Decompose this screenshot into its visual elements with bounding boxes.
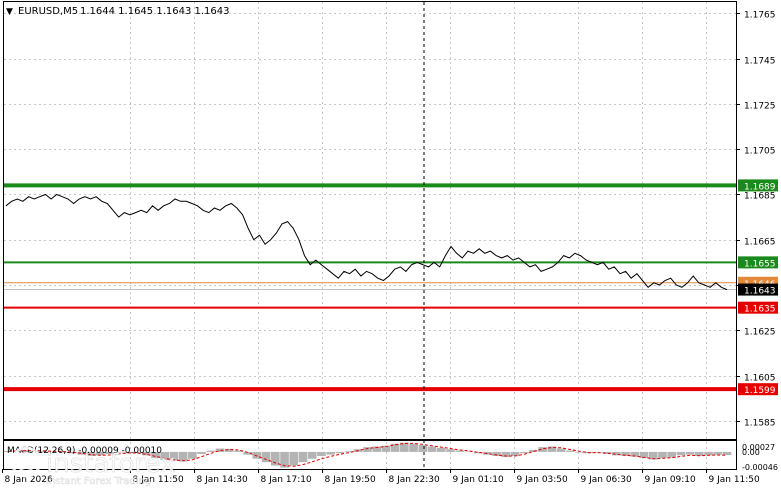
macd-bar (575, 451, 584, 453)
macd-bar (289, 451, 299, 466)
x-tick-label: 9 Jan 11:50 (709, 475, 761, 485)
y-tick-label: 1.1705 (744, 147, 776, 157)
macd-bar (667, 451, 677, 458)
level-tag-label: 1.1635 (744, 305, 776, 315)
x-tick-label: 9 Jan 09:10 (645, 475, 697, 485)
current-price-label: 1.1643 (744, 287, 776, 297)
x-tick-label: 8 Jan 19:50 (325, 475, 377, 485)
macd-bar (178, 451, 188, 462)
macd-bar (676, 451, 686, 456)
x-tick-label: 8 Jan 17:10 (261, 475, 313, 485)
price-axis[interactable]: 1.1765 1.1745 1.1725 1.1705 1.1685 1.1665 1.16… (736, 11, 778, 429)
macd-bar (455, 450, 464, 452)
macd-bar (409, 443, 418, 452)
macd-bar (713, 451, 723, 455)
y-tick-label: 1.1745 (744, 57, 776, 67)
macd-bar (307, 451, 317, 459)
price-series-line (5, 193, 728, 291)
y-tick-label: 1.1665 (744, 238, 776, 248)
x-tick-label: 9 Jan 06:30 (581, 475, 633, 485)
chart-canvas: ▼ EURUSD,M5 1.1644 1.1645 1.1643 1.1643 … (2, 1, 778, 487)
y-tick-label: 1.1725 (744, 102, 776, 112)
macd-bar (685, 451, 695, 455)
macd-bar (722, 451, 732, 455)
symbol-label: EURUSD,M5 (18, 6, 78, 17)
macd-bar (565, 450, 575, 452)
y-tick-label: 1.1625 (744, 328, 776, 338)
macd-tick-label: 0.00 (742, 448, 760, 457)
macd-axis: 0.000270.00-0.00046 (742, 443, 778, 472)
macd-bar (252, 451, 262, 459)
macd-bar (446, 449, 455, 452)
macd-tick-label: -0.00046 (742, 463, 778, 472)
macd-bar (298, 451, 308, 463)
macd-bar (658, 451, 667, 459)
macd-bar (519, 451, 529, 454)
macd-bar (326, 451, 335, 455)
macd-bar (510, 451, 520, 457)
macd-bar (188, 451, 197, 459)
watermark-tagline: Instant Forex Trading (46, 476, 151, 487)
y-tick-label: 1.1685 (744, 192, 776, 202)
levels-layer (4, 183, 736, 392)
symbol-dropdown-icon[interactable]: ▼ (6, 7, 13, 17)
ohlc-values: 1.1644 1.1645 1.1643 1.1643 (80, 6, 230, 17)
macd-bar (427, 446, 437, 452)
macd-bar (556, 448, 566, 452)
x-tick-label: 9 Jan 01:10 (453, 475, 505, 485)
price-pane-frame (3, 1, 737, 440)
macd-bar (317, 451, 326, 457)
level-tag-label: 1.1599 (744, 386, 776, 396)
watermark-brand: instaforex (46, 449, 175, 479)
macd-bar (206, 450, 216, 452)
x-tick-label: 8 Jan 22:30 (389, 475, 441, 485)
y-tick-label: 1.1765 (744, 11, 776, 21)
level-tag-label: 1.1689 (744, 182, 776, 192)
y-tick-label: 1.1605 (744, 374, 776, 384)
y-tick-label: 1.1585 (744, 419, 776, 429)
x-tick-label: 8 Jan 14:30 (197, 475, 249, 485)
macd-bar (436, 447, 446, 452)
grid (4, 2, 736, 469)
level-tag-label: 1.1655 (744, 259, 776, 269)
x-tick-label: 9 Jan 03:50 (517, 475, 569, 485)
price-layer (5, 193, 728, 291)
macd-bar (418, 445, 428, 452)
macd-bar (335, 451, 345, 454)
macd-bar (197, 451, 206, 454)
